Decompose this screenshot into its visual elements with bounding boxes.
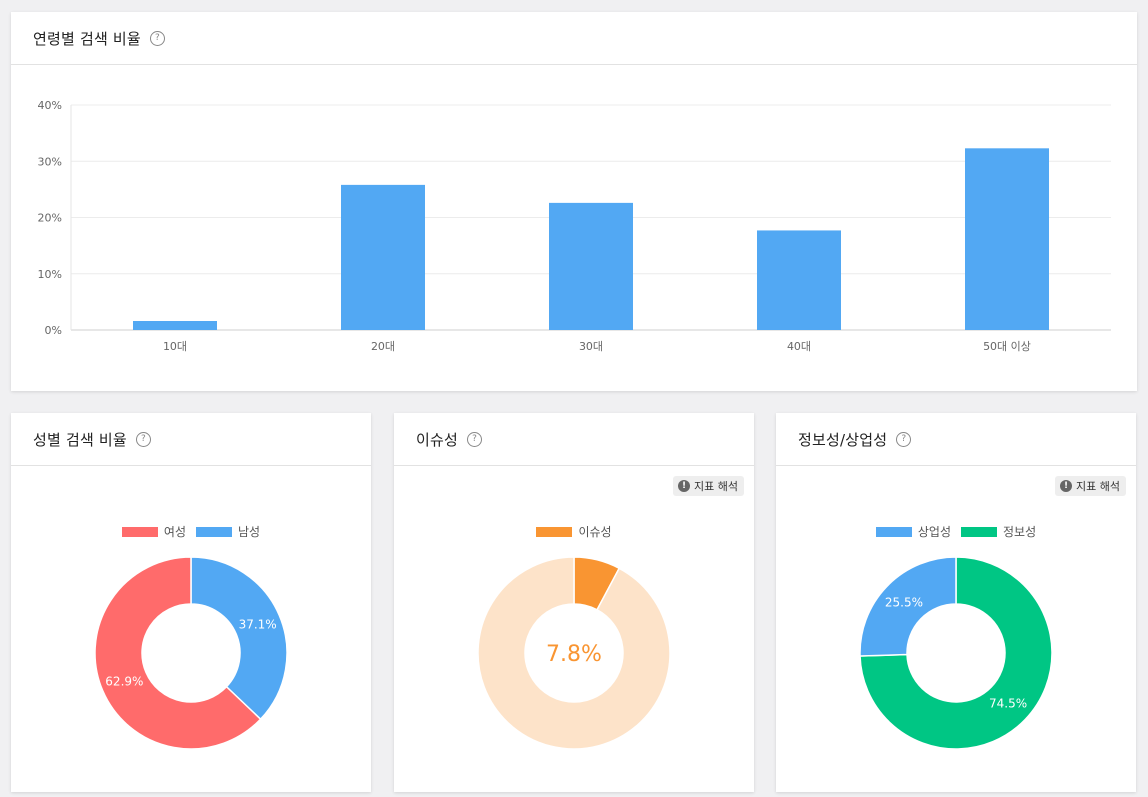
- slice-label: 74.5%: [989, 696, 1027, 710]
- x-tick-label: 20대: [371, 340, 395, 353]
- info-donut-chart: 74.5% 25.5%: [859, 556, 1053, 750]
- info-commercial-card: 정보성/상업성 ? ! 지표 해석 상업성 정보성 74.5% 25.5%: [776, 413, 1136, 792]
- x-tick-label: 10대: [163, 340, 187, 353]
- issue-donut-chart: 7.8%: [477, 556, 671, 750]
- bar: [341, 184, 425, 330]
- donut-slice: [190, 556, 288, 721]
- y-tick-label: 20%: [38, 212, 62, 225]
- y-tick-label: 40%: [38, 99, 62, 112]
- y-tick-label: 30%: [38, 155, 62, 168]
- slice-label: 25.5%: [885, 596, 923, 610]
- x-tick-label: 40대: [787, 340, 811, 353]
- gender-donut-chart: 37.1% 62.9%: [94, 556, 288, 750]
- x-tick-label: 50대 이상: [983, 340, 1031, 353]
- age-search-ratio-card: 연령별 검색 비율 ? 0% 10% 20% 30% 40% 10대 20대 30대 40대 50…: [11, 12, 1137, 391]
- x-tick-label: 30대: [579, 340, 603, 353]
- gender-search-ratio-card: 성별 검색 비율 ? 여성 남성 37.1% 62.9%: [11, 413, 371, 792]
- slice-label: 37.1%: [239, 617, 277, 631]
- bar: [965, 148, 1049, 330]
- center-value-label: 7.8%: [546, 642, 602, 667]
- slice-label: 62.9%: [105, 675, 143, 689]
- issue-card: 이슈성 ? ! 지표 해석 이슈성 7.8%: [394, 413, 754, 792]
- bar: [757, 230, 841, 330]
- y-tick-label: 0%: [45, 324, 62, 337]
- y-tick-label: 10%: [38, 268, 62, 281]
- age-bar-chart: 0% 10% 20% 30% 40% 10대 20대 30대 40대 50대 이상: [38, 99, 1111, 353]
- bar: [133, 321, 217, 330]
- bar: [549, 202, 633, 330]
